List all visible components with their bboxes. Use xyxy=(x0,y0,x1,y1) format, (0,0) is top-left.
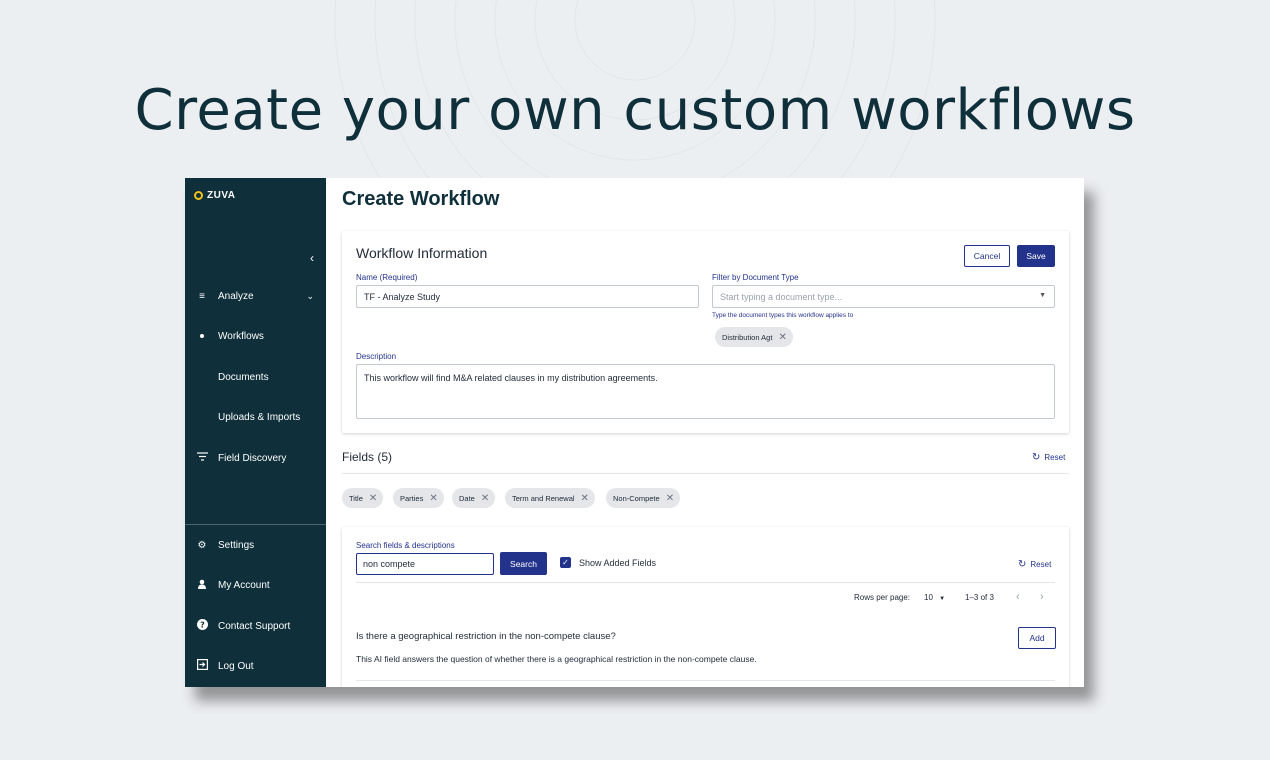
filter-helper-text: Type the document types this workflow ap… xyxy=(712,312,854,319)
close-icon[interactable]: ✕ xyxy=(581,493,589,504)
bullet-icon xyxy=(195,334,209,338)
close-icon[interactable]: ✕ xyxy=(429,493,437,504)
sidebar: ZUVA ‹ ≡ Analyze ⌄ Workflows Documents U… xyxy=(185,178,326,687)
sidebar-item-uploads-imports[interactable]: Uploads & Imports xyxy=(185,407,326,427)
workflow-information-title: Workflow Information xyxy=(356,245,488,261)
name-label: Name (Required) xyxy=(356,273,418,282)
sidebar-item-analyze[interactable]: ≡ Analyze ⌄ xyxy=(185,286,326,306)
document-type-filter-input[interactable]: Start typing a document type... ▼ xyxy=(712,285,1055,308)
field-chip-title: Title ✕ xyxy=(342,488,384,508)
sidebar-item-label: Contact Support xyxy=(218,620,291,632)
name-field-value: TF - Analyze Study xyxy=(364,291,441,302)
sidebar-item-label: Uploads & Imports xyxy=(218,411,301,423)
sidebar-item-documents[interactable]: Documents xyxy=(185,367,326,387)
fields-section-title: Fields (5) xyxy=(342,450,393,464)
fields-reset-button[interactable]: ↻ Reset xyxy=(1032,452,1065,463)
field-chip-date: Date ✕ xyxy=(452,488,496,508)
cancel-button[interactable]: Cancel xyxy=(964,245,1010,267)
app-window: ZUVA ‹ ≡ Analyze ⌄ Workflows Documents U… xyxy=(185,178,1084,687)
close-icon[interactable]: ✕ xyxy=(369,493,377,504)
page-headline: Create your own custom workflows xyxy=(134,78,1136,143)
chip-label: Parties xyxy=(400,493,424,503)
gear-icon: ⚙ xyxy=(197,539,207,551)
pagination-range: 1–3 of 3 xyxy=(965,593,994,602)
zuva-logo[interactable]: ZUVA xyxy=(194,190,235,201)
sidebar-item-my-account[interactable]: My Account xyxy=(185,575,326,595)
filter-placeholder: Start typing a document type... xyxy=(720,291,843,302)
dropdown-arrow-icon: ▼ xyxy=(939,596,946,602)
description-field[interactable]: This workflow will find M&A related clau… xyxy=(356,364,1055,419)
field-search-card: Search fields & descriptions non compete… xyxy=(342,527,1069,687)
description-field-value: This workflow will find M&A related clau… xyxy=(364,373,658,383)
rows-per-page-value: 10 xyxy=(924,593,933,602)
filter-label: Filter by Document Type xyxy=(712,273,799,282)
show-added-fields-label: Show Added Fields xyxy=(579,558,657,568)
logout-icon xyxy=(195,659,209,673)
chip-label: Term and Renewal xyxy=(512,493,575,503)
sidebar-item-settings[interactable]: ⚙ Settings xyxy=(185,535,326,555)
chip-label: Date xyxy=(459,493,475,503)
doc-type-chip: Distribution Agt ✕ xyxy=(715,327,793,347)
close-icon[interactable]: ✕ xyxy=(666,493,674,504)
search-button[interactable]: Search xyxy=(500,552,547,575)
main-content: Create Workflow Workflow Information Can… xyxy=(326,178,1084,687)
rows-per-page-select[interactable]: 10 ▼ xyxy=(924,593,945,602)
name-field[interactable]: TF - Analyze Study xyxy=(356,285,699,308)
field-chip-non-compete: Non-Compete ✕ xyxy=(606,488,681,508)
reset-label: Reset xyxy=(1044,453,1066,462)
logo-text: ZUVA xyxy=(207,190,236,201)
sidebar-item-workflows[interactable]: Workflows xyxy=(185,326,326,346)
workflow-information-card: Workflow Information Cancel Save Name (R… xyxy=(342,231,1069,433)
close-icon[interactable]: ✕ xyxy=(778,332,786,343)
add-field-button[interactable]: Add xyxy=(1018,627,1056,649)
sidebar-item-contact-support[interactable]: ? Contact Support xyxy=(185,616,326,636)
divider xyxy=(356,582,1055,583)
sidebar-item-label: Analyze xyxy=(218,290,254,302)
sidebar-item-log-out[interactable]: Log Out xyxy=(185,656,326,676)
refresh-icon: ↻ xyxy=(1018,559,1027,570)
sidebar-item-label: Settings xyxy=(218,539,255,551)
analyze-icon: ≡ xyxy=(199,290,205,302)
collapse-sidebar-icon[interactable]: ‹ xyxy=(310,251,314,265)
chip-label: Distribution Agt xyxy=(722,332,773,342)
sidebar-divider xyxy=(185,524,326,525)
reset-label: Reset xyxy=(1030,560,1052,569)
dropdown-arrow-icon[interactable]: ▼ xyxy=(1039,292,1046,299)
sidebar-item-label: Documents xyxy=(218,371,269,383)
field-chip-term-and-renewal: Term and Renewal ✕ xyxy=(505,488,595,508)
search-reset-button[interactable]: ↻ Reset xyxy=(1018,559,1051,570)
next-page-icon[interactable]: › xyxy=(1040,591,1044,603)
search-label: Search fields & descriptions xyxy=(356,541,455,550)
description-label: Description xyxy=(356,352,397,361)
rows-per-page-label: Rows per page: xyxy=(854,593,911,602)
logo-ring-icon xyxy=(194,191,203,200)
divider xyxy=(342,473,1069,474)
sidebar-item-label: Field Discovery xyxy=(218,452,287,464)
sidebar-item-label: Log Out xyxy=(218,660,254,672)
previous-page-icon[interactable]: ‹ xyxy=(1016,591,1020,603)
divider xyxy=(356,680,1055,681)
svg-text:?: ? xyxy=(200,620,205,629)
sidebar-item-field-discovery[interactable]: Field Discovery xyxy=(185,448,326,468)
page-title: Create Workflow xyxy=(342,188,500,210)
field-chip-parties: Parties ✕ xyxy=(393,488,444,508)
sidebar-item-label: My Account xyxy=(218,579,270,591)
result-description: This AI field answers the question of wh… xyxy=(356,654,757,664)
close-icon[interactable]: ✕ xyxy=(481,493,489,504)
refresh-icon: ↻ xyxy=(1032,452,1041,463)
sidebar-item-label: Workflows xyxy=(218,330,264,342)
chevron-down-icon: ⌄ xyxy=(306,290,314,301)
show-added-fields-checkbox[interactable]: ✓ xyxy=(560,557,571,568)
search-input-value: non compete xyxy=(363,559,416,569)
chip-label: Title xyxy=(349,493,363,503)
help-icon: ? xyxy=(195,619,209,633)
chip-label: Non-Compete xyxy=(613,493,660,503)
search-input[interactable]: non compete xyxy=(356,553,494,575)
filter-icon xyxy=(195,452,209,464)
person-icon xyxy=(195,579,209,592)
result-question: Is there a geographical restriction in t… xyxy=(356,631,616,642)
save-button[interactable]: Save xyxy=(1017,245,1055,267)
